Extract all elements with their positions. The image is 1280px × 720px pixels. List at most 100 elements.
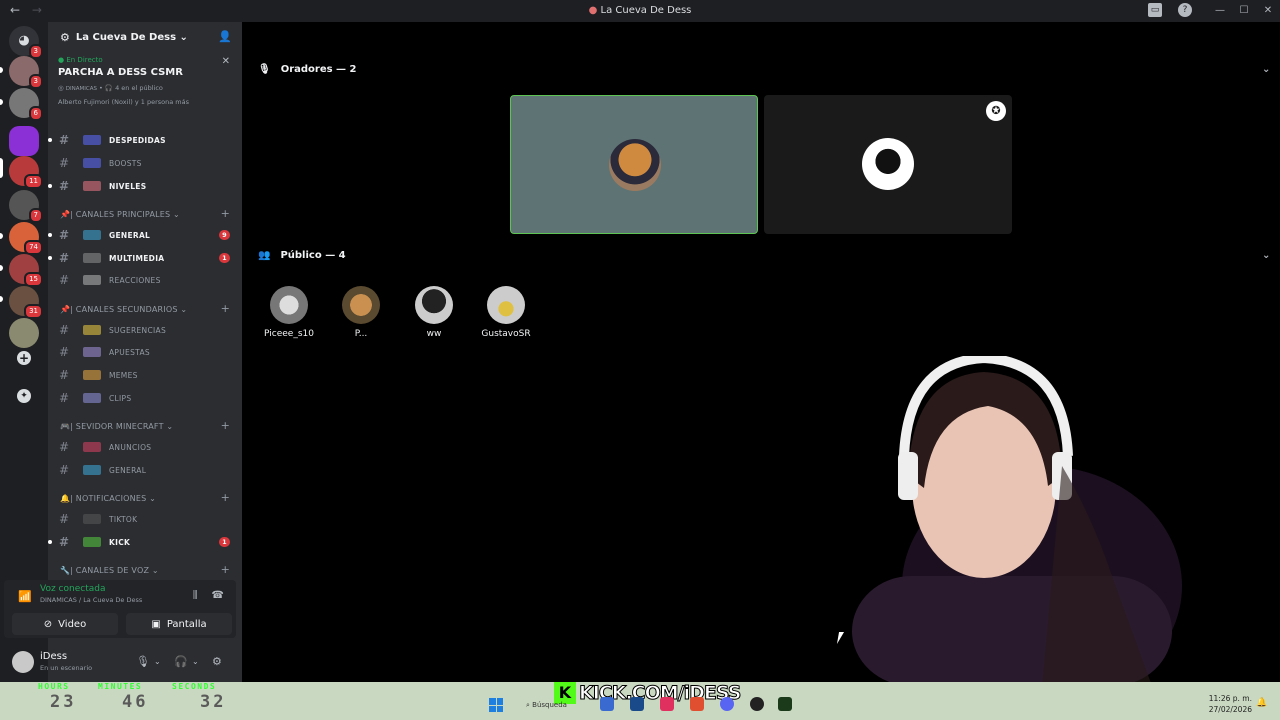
mention-badge: 9 — [219, 230, 230, 240]
category-secundarios[interactable]: 📌| CANALES SECUNDARIOS ⌄ + — [60, 302, 240, 315]
audience-member[interactable]: Piceee_s10 — [253, 286, 325, 339]
discord-taskbar-icon[interactable] — [720, 697, 734, 711]
guild-header[interactable]: ⚙ La Cueva De Dess ⌄ 👤 — [48, 22, 242, 52]
server-icon[interactable]: 3 — [9, 56, 43, 89]
taskbar-app-icon[interactable] — [600, 697, 614, 711]
channel-item[interactable]: # MEMES — [48, 365, 242, 385]
chevron-down-icon[interactable]: ⌄ — [192, 657, 199, 666]
video-button[interactable]: ⊘ Video — [12, 613, 118, 635]
channel-item[interactable]: # BOOSTS — [48, 153, 242, 173]
channel-item[interactable]: # GENERAL — [48, 460, 242, 480]
close-window-button[interactable]: ✕ — [1256, 0, 1280, 22]
speaker-tile[interactable]: ✪ — [764, 95, 1012, 234]
app-icon: ● — [588, 5, 598, 16]
windows-start-icon[interactable] — [489, 698, 503, 712]
channel-item[interactable]: # TIKTOK — [48, 509, 242, 529]
microphone-icon: 🎙 — [258, 64, 271, 75]
channel-item[interactable]: # NIVELES — [48, 176, 242, 196]
taskbar-app-icon[interactable] — [778, 697, 792, 711]
screen-share-button[interactable]: ▣ Pantalla — [126, 613, 232, 635]
add-channel-icon[interactable]: + — [221, 563, 230, 576]
live-status: ● En Directo — [58, 56, 103, 64]
channel-item[interactable]: # APUESTAS — [48, 342, 242, 362]
taskbar-app-icon[interactable] — [630, 697, 644, 711]
category-notificaciones[interactable]: 🔔| NOTIFICACIONES ⌄ + — [60, 491, 240, 504]
channel-item[interactable]: # MULTIMEDIA 1 — [48, 248, 242, 268]
server-icon[interactable] — [9, 318, 39, 348]
category-voz[interactable]: 🔧| CANALES DE VOZ ⌄ + — [60, 563, 240, 576]
audience-header[interactable]: 👥 Público — 4 ⌄ — [258, 250, 1270, 261]
audience-member[interactable]: GustavoSR — [470, 286, 542, 339]
noise-suppression-icon[interactable]: ⫼ — [193, 590, 198, 601]
hash-icon: # — [59, 345, 70, 359]
server-icon[interactable]: 15 — [9, 254, 43, 287]
selected-pip — [0, 158, 3, 178]
channel-item[interactable]: # CLIPS — [48, 388, 242, 408]
taskbar-search[interactable]: ⌕ Búsqueda — [520, 697, 590, 713]
timer-value: 46 — [122, 692, 149, 712]
avatar — [342, 286, 380, 324]
video-off-icon: ⊘ — [43, 618, 53, 630]
channel-item[interactable]: # SUGERENCIAS — [48, 320, 242, 340]
channel-item[interactable]: # KICK 1 — [48, 532, 242, 552]
avatar[interactable] — [12, 651, 34, 673]
hash-icon: # — [59, 133, 70, 147]
hash-icon: # — [59, 512, 70, 526]
chevron-down-icon[interactable]: ⌄ — [1262, 250, 1270, 261]
disconnect-icon[interactable]: ☎ — [212, 590, 224, 601]
category-principales[interactable]: 📌| CANALES PRINCIPALES ⌄ + — [60, 207, 240, 220]
maximize-button[interactable]: ☐ — [1232, 0, 1256, 22]
live-stage-card[interactable]: ● En Directo PARCHA A DESS CSMR ◎ DINAMI… — [48, 52, 242, 110]
mention-badge: 1 — [219, 537, 230, 547]
server-icon[interactable]: 31 — [9, 286, 43, 319]
home-button[interactable]: ◕ 3 — [9, 26, 43, 59]
chevron-down-icon[interactable]: ⌄ — [154, 657, 161, 666]
taskbar-app-icon[interactable] — [750, 697, 764, 711]
discover-button[interactable]: ✦ — [14, 384, 34, 404]
headphones-icon[interactable]: 🎧 — [174, 655, 188, 668]
audience-member[interactable]: P... — [325, 286, 397, 339]
channel-emoji-icon — [83, 514, 101, 524]
server-icon[interactable]: 6 — [9, 88, 43, 121]
chevron-down-icon[interactable]: ⌄ — [1262, 64, 1270, 75]
category-minecraft[interactable]: 🎮| SEVIDOR MINECRAFT ⌄ + — [60, 419, 240, 432]
channel-item[interactable]: # REACCIONES — [48, 270, 242, 290]
audience-member[interactable]: ww — [398, 286, 470, 339]
bell-icon: 🔔 — [60, 494, 71, 503]
server-icon[interactable] — [9, 126, 39, 156]
server-icon[interactable]: 7 — [9, 190, 43, 223]
help-icon[interactable]: ? — [1178, 3, 1192, 17]
voice-actions: ⫼ ☎ — [193, 590, 224, 601]
server-icon[interactable]: 11 — [9, 156, 43, 189]
add-channel-icon[interactable]: + — [221, 302, 230, 315]
signal-icon: 📶 — [18, 590, 32, 603]
add-server-button[interactable]: + — [14, 348, 34, 368]
minimize-button[interactable]: — — [1208, 0, 1232, 22]
channel-item[interactable]: # DESPEDIDAS — [48, 130, 242, 150]
screen-icon: ▣ — [151, 618, 161, 630]
close-icon[interactable]: ✕ — [222, 56, 230, 67]
taskbar-clock[interactable]: 11:26 p. m. 27/02/2026 — [1206, 693, 1252, 715]
search-icon: ⌕ — [526, 701, 530, 709]
speaker-tile[interactable] — [510, 95, 758, 234]
add-channel-icon[interactable]: + — [221, 491, 230, 504]
inbox-icon[interactable]: ▭ — [1148, 3, 1162, 17]
settings-gear-icon[interactable]: ⚙ — [212, 655, 222, 668]
speaker-avatar — [862, 138, 914, 190]
notification-bell-icon[interactable]: 🔔 — [1256, 698, 1267, 708]
timer-label: MINUTES — [98, 682, 143, 691]
server-icon[interactable]: 74 — [9, 222, 43, 255]
add-channel-icon[interactable]: + — [221, 207, 230, 220]
taskbar-app-icon[interactable] — [660, 697, 674, 711]
hash-icon: # — [59, 273, 70, 287]
taskbar-app-icon[interactable] — [690, 697, 704, 711]
invite-people-icon[interactable]: 👤 — [218, 30, 232, 43]
username[interactable]: iDess — [40, 651, 67, 662]
pin-icon: 📌 — [60, 210, 71, 219]
channel-emoji-icon — [83, 253, 101, 263]
speakers-header[interactable]: 🎙 Oradores — 2 ⌄ — [258, 64, 1270, 75]
microphone-icon[interactable]: 🎙 — [136, 655, 150, 668]
add-channel-icon[interactable]: + — [221, 419, 230, 432]
channel-item[interactable]: # GENERAL 9 — [48, 225, 242, 245]
channel-item[interactable]: # ANUNCIOS — [48, 437, 242, 457]
